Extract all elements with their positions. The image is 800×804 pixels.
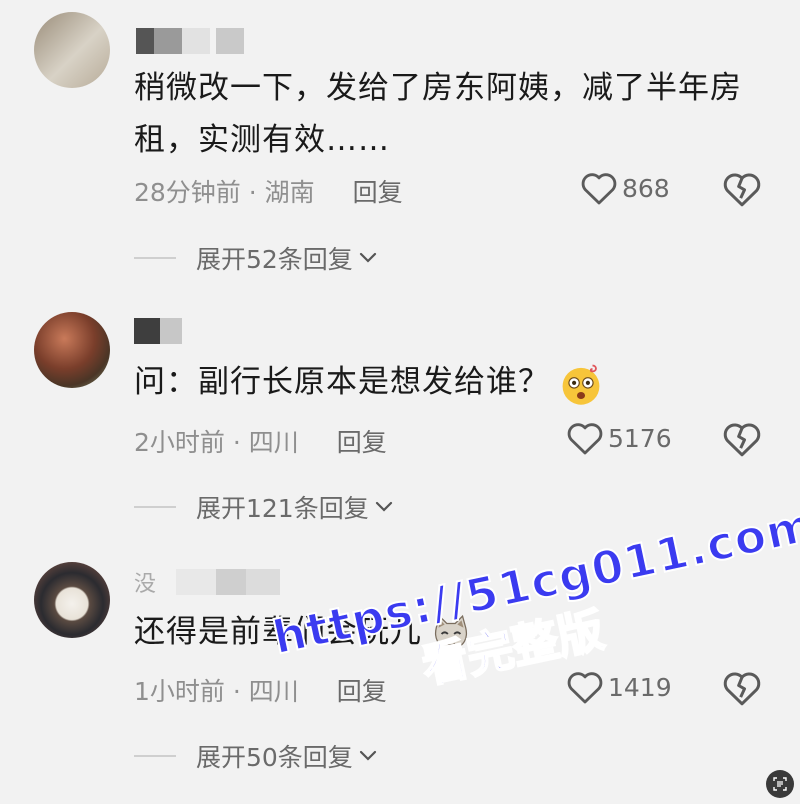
corner-action-button[interactable] [766,770,794,798]
username[interactable]: 没 [134,566,281,598]
time-location: 1小时前 · 四川 [134,677,299,706]
scan-text-icon [773,777,787,791]
redacted-name-blur [216,569,247,595]
redacted-name-blur [176,569,217,595]
avatar[interactable] [34,562,110,638]
redacted-name-blur [246,569,281,595]
divider-line [134,755,176,757]
